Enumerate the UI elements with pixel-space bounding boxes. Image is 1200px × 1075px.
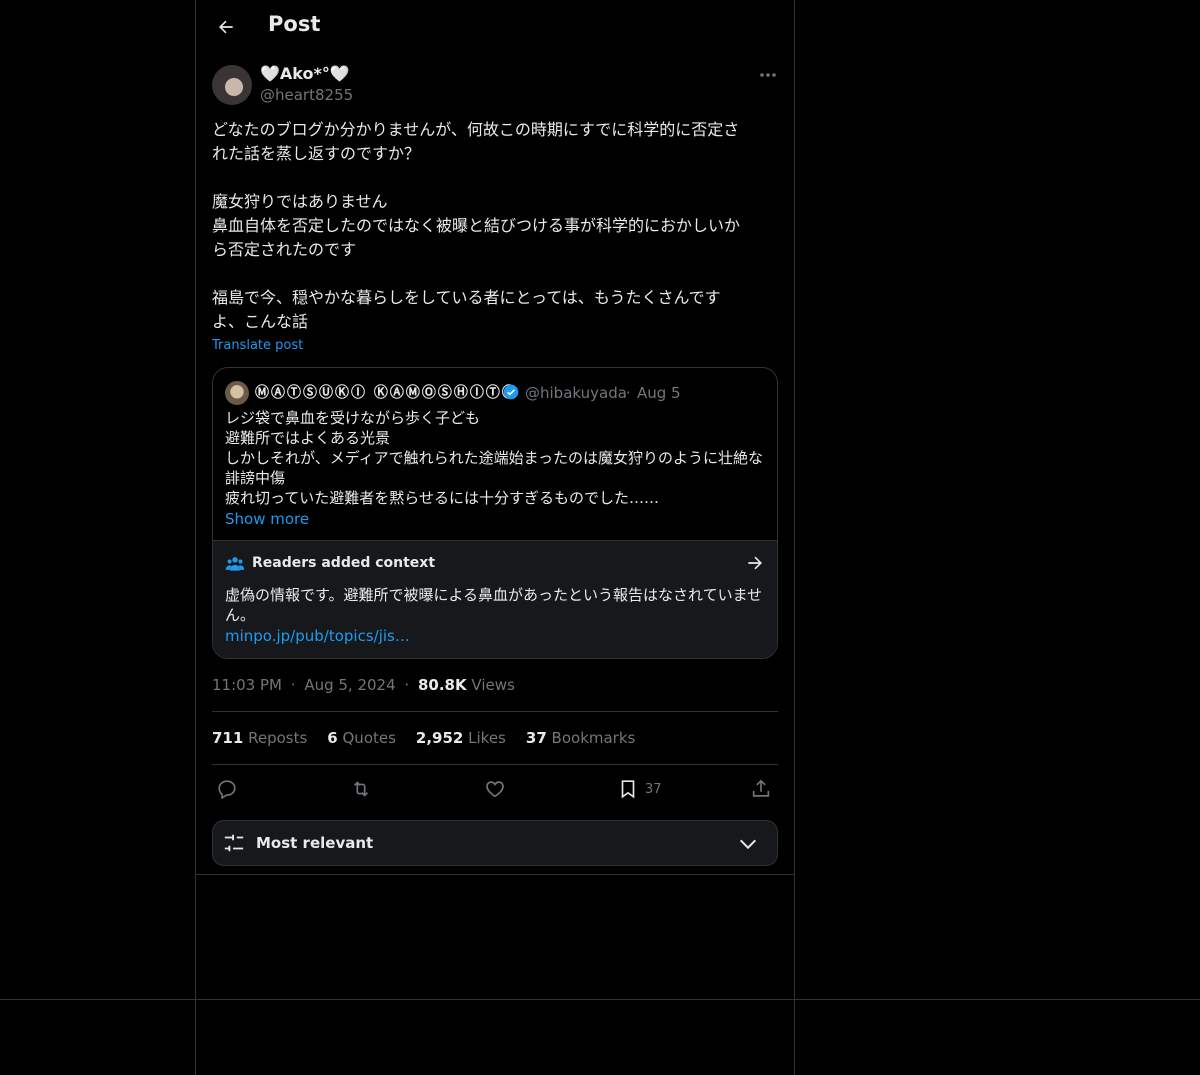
column-bottom-border [196,874,794,875]
chevron-down-icon [739,839,757,850]
meta-separator-2: · [404,676,410,694]
views-count: 80.8K [417,676,467,694]
page-title: Post [268,12,321,36]
context-source-link[interactable]: minpo.jp/pub/topics/jis… [225,627,410,645]
quotes-stat[interactable]: 6 Quotes [327,729,396,747]
post-date[interactable]: Aug 5, 2024 [304,676,395,694]
action-bar: 37 [212,775,778,803]
likes-stat[interactable]: 2,952 Likes [416,729,506,747]
like-button[interactable] [484,775,506,803]
quoted-author-avatar [225,381,249,405]
bookmark-button[interactable]: 37 [617,775,662,803]
divider [212,711,778,712]
context-text: 虚偽の情報です。避難所で被曝による鼻血があったという報告はなされていませ ん。 [225,586,763,624]
translate-post-link[interactable]: Translate post [212,338,303,353]
quoted-separator: · [626,384,631,402]
arrow-right-icon[interactable] [745,553,765,573]
bookmark-icon [621,780,635,799]
right-column-border [794,0,795,1075]
back-button[interactable] [212,13,240,41]
repost-button[interactable] [350,775,372,803]
repost-icon [353,781,369,797]
post-column: Post 🤍Ako*°🤍 @heart8255 どなたのブログか分かりませんが、… [196,0,794,874]
verified-badge-icon [503,384,519,400]
show-more-link[interactable]: Show more [225,510,309,528]
context-title: Readers added context [252,555,436,571]
quoted-date: Aug 5 [637,384,681,402]
page-header: Post [196,0,794,53]
bookmarks-stat[interactable]: 37 Bookmarks [526,729,635,747]
engagement-stats: 711 Reposts 6 Quotes 2,952 Likes 37 Book… [212,729,635,747]
quoted-author-handle: @hibakuyada [525,384,627,402]
sliders-icon [224,834,244,852]
views-label: Views [471,676,515,694]
divider [212,764,778,765]
author-display-name[interactable]: 🤍Ako*°🤍 [260,64,350,83]
share-button[interactable] [750,775,772,803]
post-meta: 11:03 PM · Aug 5, 2024 · 80.8K Views [212,676,515,694]
readers-context-panel[interactable]: Readers added context 虚偽の情報です。避難所で被曝による鼻… [213,540,777,658]
author-avatar[interactable] [212,65,252,105]
sort-label: Most relevant [256,834,374,852]
reply-button[interactable] [216,775,238,803]
meta-separator: · [290,676,296,694]
bottom-divider [0,999,1200,1000]
more-options-button[interactable] [756,64,780,86]
bookmark-count: 37 [645,781,662,797]
like-icon [486,781,504,798]
post-text: どなたのブログか分かりませんが、何故この時期にすでに科学的に否定さ れた話を蒸し… [212,120,741,331]
quoted-post-card[interactable]: ⓂⒶⓉⓈⓊⓀⒾ ⓀⒶⓂⓄⓈⒽⒾⓉⒶ @hibakuyada · Aug 5 レジ… [212,367,778,659]
quoted-author-display-name: ⓂⒶⓉⓈⓊⓀⒾ ⓀⒶⓂⓄⓈⒽⒾⓉⒶ [255,385,518,401]
reposts-stat[interactable]: 711 Reposts [212,729,307,747]
people-icon [225,557,245,571]
quoted-text: レジ袋で鼻血を受けながら歩く子ども 避難所ではよくある光景 しかしそれが、メディ… [225,409,764,507]
more-dots-icon [760,73,776,77]
post-time[interactable]: 11:03 PM [212,676,282,694]
reply-icon [218,780,236,800]
share-icon [752,779,770,797]
sort-replies-dropdown[interactable]: Most relevant [212,820,778,866]
back-arrow-icon [219,20,233,34]
author-handle[interactable]: @heart8255 [260,86,353,104]
